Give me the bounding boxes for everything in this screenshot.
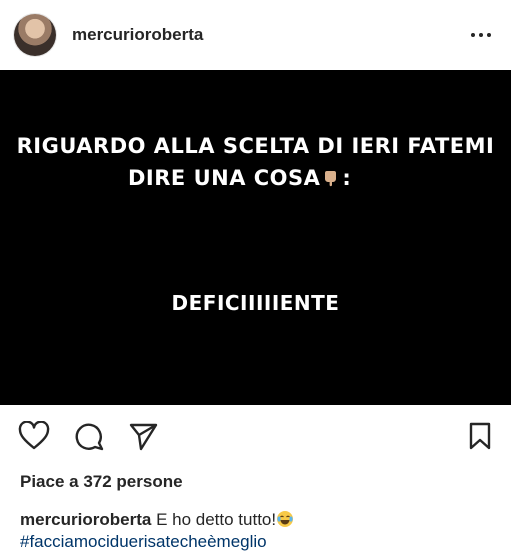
send-icon[interactable] xyxy=(128,421,158,451)
post-header: mercurioroberta xyxy=(0,0,511,70)
caption-username[interactable]: mercurioroberta xyxy=(20,510,151,529)
post-text-line-2: DIRE UNA COSA : xyxy=(128,166,351,190)
post-image: RIGUARDO ALLA SCELTA DI IERI FATEMI DIRE… xyxy=(0,70,511,405)
action-bar xyxy=(0,405,511,467)
backhand-index-pointing-down-icon xyxy=(325,171,337,187)
face-with-tears-of-joy-icon xyxy=(277,511,294,527)
avatar[interactable] xyxy=(14,14,56,56)
more-horizontal-icon[interactable] xyxy=(470,26,492,44)
post-text-line-3: DEFICIIIIIENTE xyxy=(171,291,340,315)
username[interactable]: mercurioroberta xyxy=(72,25,203,45)
hashtag-link[interactable]: #facciamociduerisatecheèmeglio xyxy=(20,531,267,553)
caption-text: E ho detto tutto! xyxy=(156,510,277,529)
post-text-line-1: RIGUARDO ALLA SCELTA DI IERI FATEMI xyxy=(16,134,495,158)
bookmark-icon[interactable] xyxy=(468,421,492,451)
caption: mercurioroberta E ho detto tutto! xyxy=(20,509,294,531)
post-text-line-2-label: DIRE UNA COSA xyxy=(128,166,321,190)
comment-icon[interactable] xyxy=(74,421,104,451)
post-text-line-2-suffix: : xyxy=(342,166,352,190)
heart-icon[interactable] xyxy=(18,421,50,451)
likes-count[interactable]: Piace a 372 persone xyxy=(20,472,183,492)
